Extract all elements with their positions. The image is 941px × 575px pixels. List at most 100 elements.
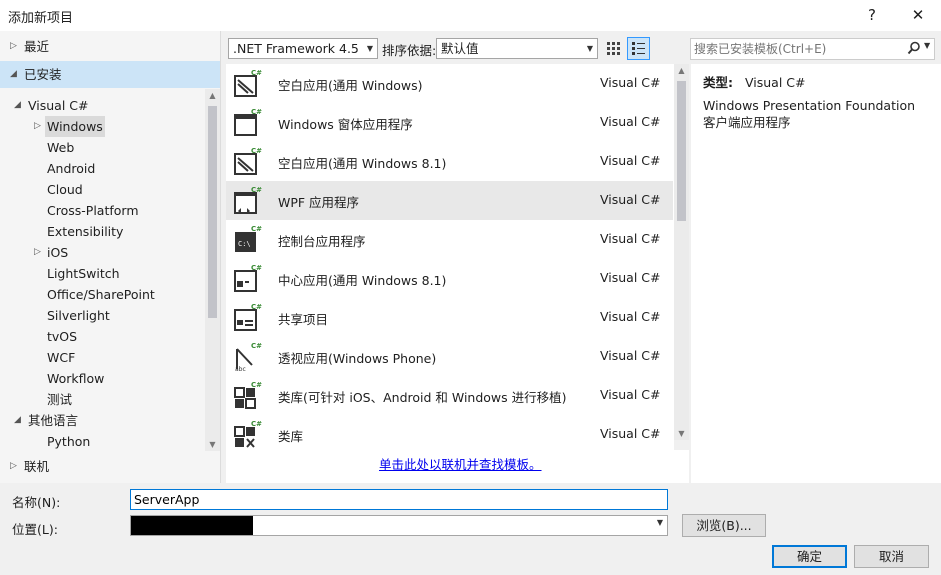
tree-item-windows[interactable]: ▷ Windows bbox=[0, 116, 205, 137]
expand-arrow-icon[interactable]: ▷ bbox=[34, 242, 41, 263]
tree-item-wcf[interactable]: WCF bbox=[0, 347, 205, 368]
tree-scrollbar[interactable]: ▲ ▼ bbox=[205, 89, 220, 451]
tree-item-label: 测试 bbox=[47, 392, 73, 407]
framework-dropdown[interactable]: .NET Framework 4.5 ▼ bbox=[228, 38, 378, 59]
scroll-up-icon[interactable]: ▲ bbox=[205, 91, 220, 100]
tree-item--[interactable]: 测试 bbox=[0, 389, 205, 410]
tree-item-visual-c-[interactable]: ◢ Visual C# bbox=[0, 95, 205, 116]
tree-item-label: Cross-Platform bbox=[47, 203, 139, 218]
section-online-label: 联机 bbox=[24, 459, 50, 474]
browse-button[interactable]: 浏览(B)... bbox=[682, 514, 766, 537]
redacted-path bbox=[131, 516, 253, 535]
template-language: Visual C# bbox=[600, 114, 661, 129]
list-scrollbar[interactable]: ▲ ▼ bbox=[674, 64, 689, 440]
dropdown-arrow-icon[interactable]: ▼ bbox=[657, 518, 663, 527]
list-scroll-thumb[interactable] bbox=[677, 81, 686, 221]
portable-class-library-icon: C# bbox=[234, 380, 262, 410]
template-row[interactable]: C# 共享项目 Visual C# bbox=[226, 298, 673, 337]
name-field[interactable] bbox=[130, 489, 668, 510]
svg-text:C#: C# bbox=[251, 381, 262, 389]
location-field[interactable]: ▼ bbox=[130, 515, 668, 536]
section-installed[interactable]: ◢ 已安装 bbox=[0, 61, 220, 88]
name-label: 名称(N): bbox=[12, 495, 61, 510]
blank-app-icon: C# bbox=[234, 68, 262, 98]
template-row[interactable]: C# 空白应用(通用 Windows 8.1) Visual C# bbox=[226, 142, 673, 181]
ok-button[interactable]: 确定 bbox=[772, 545, 847, 568]
template-tree: ◢ Visual C# ▷ Windows Web Android Cloud Cross-P… bbox=[0, 95, 205, 449]
template-name: 控制台应用程序 bbox=[278, 234, 366, 249]
help-button[interactable]: ? bbox=[849, 0, 895, 31]
dropdown-arrow-icon: ▼ bbox=[586, 44, 593, 53]
expand-arrow-icon[interactable]: ▷ bbox=[34, 116, 41, 137]
tree-item-label: Silverlight bbox=[47, 308, 110, 323]
close-button[interactable]: ✕ bbox=[895, 0, 941, 31]
template-row[interactable]: C# 类库(可针对 iOS、Android 和 Windows 进行移植) Visu… bbox=[226, 376, 673, 415]
section-online[interactable]: ▷ 联机 bbox=[0, 453, 220, 480]
tree-item-extensibility[interactable]: Extensibility bbox=[0, 221, 205, 242]
tree-item-label: Python bbox=[47, 434, 91, 449]
tree-item--[interactable]: ◢ 其他语言 bbox=[0, 410, 205, 431]
list-view-icon[interactable] bbox=[627, 37, 650, 60]
shared-project-icon: C# bbox=[234, 302, 262, 332]
tree-item-lightswitch[interactable]: LightSwitch bbox=[0, 263, 205, 284]
type-value: Visual C# bbox=[744, 75, 806, 90]
template-row[interactable]: C# Windows 窗体应用程序 Visual C# bbox=[226, 103, 673, 142]
search-options-arrow-icon[interactable]: ▼ bbox=[924, 41, 930, 50]
tree-item-label: Windows bbox=[45, 116, 105, 137]
scroll-down-icon[interactable]: ▼ bbox=[674, 429, 689, 438]
template-language: Visual C# bbox=[600, 231, 661, 246]
collapse-arrow-icon[interactable]: ◢ bbox=[14, 410, 21, 431]
collapse-arrow-icon: ◢ bbox=[10, 69, 17, 79]
tree-item-label: tvOS bbox=[47, 329, 78, 344]
template-name: 类库 bbox=[278, 429, 304, 444]
template-row[interactable]: C# 中心应用(通用 Windows 8.1) Visual C# bbox=[226, 259, 673, 298]
tree-item-label: Workflow bbox=[47, 371, 105, 386]
tree-item-workflow[interactable]: Workflow bbox=[0, 368, 205, 389]
cancel-button[interactable]: 取消 bbox=[854, 545, 929, 568]
divider bbox=[220, 31, 221, 483]
tree-item-python[interactable]: Python bbox=[0, 431, 205, 449]
template-language: Visual C# bbox=[600, 270, 661, 285]
tree-item-ios[interactable]: ▷ iOS bbox=[0, 242, 205, 263]
search-icon[interactable] bbox=[907, 41, 921, 59]
pivot-app-icon: abc C# bbox=[234, 341, 262, 373]
expand-arrow-icon: ▷ bbox=[10, 461, 17, 471]
template-row[interactable]: C# 类库 Visual C# bbox=[226, 415, 673, 450]
tree-item-label: iOS bbox=[47, 245, 69, 260]
hub-app-icon: C# bbox=[234, 263, 262, 293]
tree-item-silverlight[interactable]: Silverlight bbox=[0, 305, 205, 326]
template-row[interactable]: C:\ C# 控制台应用程序 Visual C# bbox=[226, 220, 673, 259]
tree-item-cross-platform[interactable]: Cross-Platform bbox=[0, 200, 205, 221]
tree-scroll-thumb[interactable] bbox=[208, 106, 217, 318]
dropdown-arrow-icon: ▼ bbox=[366, 44, 373, 53]
tree-item-tvos[interactable]: tvOS bbox=[0, 326, 205, 347]
search-box[interactable]: ▼ bbox=[690, 38, 935, 60]
search-input[interactable] bbox=[694, 40, 899, 58]
template-language: Visual C# bbox=[600, 192, 661, 207]
tree-item-label: 其他语言 bbox=[28, 413, 79, 428]
scroll-down-icon[interactable]: ▼ bbox=[205, 440, 220, 449]
collapse-arrow-icon[interactable]: ◢ bbox=[14, 95, 21, 116]
svg-text:C#: C# bbox=[251, 420, 262, 428]
svg-text:C:\: C:\ bbox=[238, 240, 251, 248]
template-language: Visual C# bbox=[600, 75, 661, 90]
scroll-up-icon[interactable]: ▲ bbox=[674, 66, 689, 75]
tree-item-web[interactable]: Web bbox=[0, 137, 205, 158]
tree-item-android[interactable]: Android bbox=[0, 158, 205, 179]
grid-view-icon[interactable] bbox=[603, 38, 624, 59]
tree-item-cloud[interactable]: Cloud bbox=[0, 179, 205, 200]
sort-dropdown[interactable]: 默认值 ▼ bbox=[436, 38, 598, 59]
category-panel: ▷ 最近 ◢ 已安装 ◢ Visual C# ▷ Windows Web Android C… bbox=[0, 31, 220, 483]
tree-item-office-sharepoint[interactable]: Office/SharePoint bbox=[0, 284, 205, 305]
section-recent[interactable]: ▷ 最近 bbox=[0, 33, 220, 60]
online-templates-link[interactable]: 单击此处以联机并查找模板。 bbox=[379, 454, 542, 473]
svg-text:C#: C# bbox=[251, 147, 262, 155]
svg-text:C#: C# bbox=[251, 264, 262, 272]
template-row[interactable]: abc C# 透视应用(Windows Phone) Visual C# bbox=[226, 337, 673, 376]
console-app-icon: C:\ C# bbox=[234, 224, 262, 254]
template-name: 共享项目 bbox=[278, 312, 329, 327]
template-row[interactable]: C# WPF 应用程序 Visual C# bbox=[226, 181, 673, 220]
template-row[interactable]: C# 空白应用(通用 Windows) Visual C# bbox=[226, 64, 673, 103]
expand-arrow-icon: ▷ bbox=[10, 41, 17, 51]
template-name: 透视应用(Windows Phone) bbox=[278, 351, 437, 366]
